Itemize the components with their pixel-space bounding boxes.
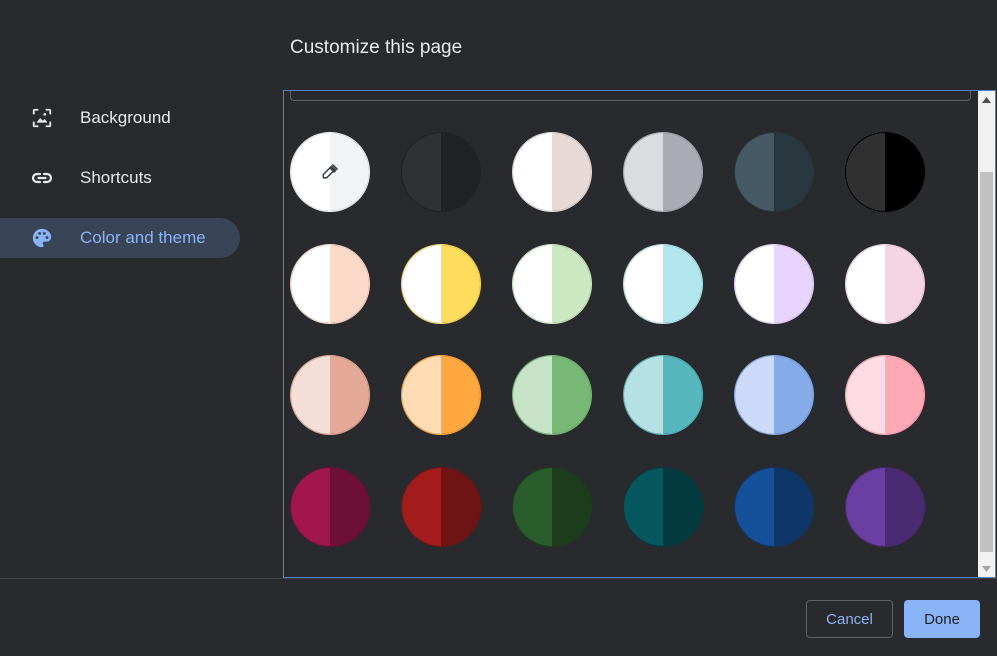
swatch-right-half bbox=[663, 356, 702, 434]
color-swatch[interactable] bbox=[734, 244, 814, 324]
swatch-right-half bbox=[663, 245, 702, 323]
swatch-left-half bbox=[402, 133, 441, 211]
swatch-right-half bbox=[885, 468, 924, 546]
vertical-scrollbar[interactable] bbox=[978, 91, 995, 577]
swatch-right-half bbox=[330, 468, 369, 546]
color-swatch[interactable] bbox=[623, 132, 703, 212]
swatch-left-half bbox=[846, 356, 885, 434]
swatch-right-half bbox=[552, 356, 591, 434]
color-swatch[interactable] bbox=[845, 244, 925, 324]
swatch-left-half bbox=[735, 356, 774, 434]
nav-item-label: Shortcuts bbox=[80, 168, 152, 187]
swatch-left-half bbox=[291, 468, 330, 546]
swatch-right-half bbox=[330, 356, 369, 434]
done-button[interactable]: Done bbox=[904, 600, 980, 638]
swatch-left-half bbox=[624, 356, 663, 434]
swatch-left-half bbox=[735, 133, 774, 211]
swatch-right-half bbox=[552, 133, 591, 211]
color-swatch[interactable] bbox=[512, 467, 592, 547]
swatch-left-half bbox=[846, 133, 885, 211]
nav-item-label: Background bbox=[80, 108, 171, 127]
swatch-left-half bbox=[513, 133, 552, 211]
color-swatch[interactable] bbox=[623, 244, 703, 324]
swatch-right-half bbox=[774, 133, 813, 211]
color-swatch[interactable] bbox=[401, 467, 481, 547]
color-swatch[interactable] bbox=[512, 355, 592, 435]
color-theme-panel bbox=[283, 90, 996, 578]
swatch-left-half bbox=[735, 245, 774, 323]
page-title: Customize this page bbox=[290, 37, 463, 58]
cancel-button[interactable]: Cancel bbox=[806, 600, 893, 638]
color-swatch[interactable] bbox=[401, 244, 481, 324]
swatch-right-half bbox=[552, 468, 591, 546]
color-swatch[interactable] bbox=[845, 132, 925, 212]
swatch-right-half bbox=[774, 245, 813, 323]
color-swatch[interactable] bbox=[512, 244, 592, 324]
nav-item-label: Color and theme bbox=[80, 228, 206, 247]
color-swatch[interactable] bbox=[845, 355, 925, 435]
swatch-right-half bbox=[885, 133, 924, 211]
scrollbar-thumb[interactable] bbox=[980, 172, 993, 552]
swatch-left-half bbox=[513, 245, 552, 323]
swatch-left-half bbox=[402, 356, 441, 434]
swatch-right-half bbox=[774, 356, 813, 434]
color-swatch[interactable] bbox=[734, 355, 814, 435]
eyedropper-icon bbox=[291, 133, 369, 211]
nav-item-shortcuts[interactable]: Shortcuts bbox=[0, 158, 240, 198]
swatch-right-half bbox=[441, 356, 480, 434]
swatch-left-half bbox=[291, 356, 330, 434]
swatch-left-half bbox=[402, 245, 441, 323]
scroll-up-arrow-icon[interactable] bbox=[978, 91, 995, 108]
color-swatch[interactable] bbox=[401, 355, 481, 435]
color-swatch[interactable] bbox=[734, 132, 814, 212]
swatch-left-half bbox=[624, 245, 663, 323]
color-swatch[interactable] bbox=[290, 244, 370, 324]
swatch-right-half bbox=[885, 245, 924, 323]
swatch-right-half bbox=[552, 245, 591, 323]
palette-icon bbox=[30, 226, 54, 250]
background-image-icon bbox=[30, 106, 54, 130]
link-icon bbox=[30, 166, 54, 190]
color-swatch[interactable] bbox=[290, 355, 370, 435]
swatch-left-half bbox=[291, 245, 330, 323]
swatch-right-half bbox=[663, 133, 702, 211]
footer-divider bbox=[0, 578, 997, 579]
color-swatch[interactable] bbox=[623, 355, 703, 435]
color-swatch[interactable] bbox=[512, 132, 592, 212]
swatch-left-half bbox=[846, 245, 885, 323]
color-swatch[interactable] bbox=[623, 467, 703, 547]
custom-color-picker-swatch[interactable] bbox=[290, 132, 370, 212]
swatch-left-half bbox=[402, 468, 441, 546]
swatch-left-half bbox=[735, 468, 774, 546]
swatch-right-half bbox=[663, 468, 702, 546]
swatch-right-half bbox=[441, 133, 480, 211]
swatch-left-half bbox=[513, 356, 552, 434]
color-swatch[interactable] bbox=[290, 467, 370, 547]
nav-item-color-and-theme[interactable]: Color and theme bbox=[0, 218, 240, 258]
swatch-right-half bbox=[441, 468, 480, 546]
color-swatch[interactable] bbox=[401, 132, 481, 212]
nav-item-background[interactable]: Background bbox=[0, 98, 240, 138]
swatch-left-half bbox=[624, 468, 663, 546]
swatch-left-half bbox=[846, 468, 885, 546]
custom-color-field bbox=[290, 91, 971, 101]
swatch-left-half bbox=[624, 133, 663, 211]
scroll-down-arrow-icon[interactable] bbox=[978, 560, 995, 577]
swatch-right-half bbox=[885, 356, 924, 434]
swatch-right-half bbox=[441, 245, 480, 323]
color-swatch[interactable] bbox=[845, 467, 925, 547]
swatch-right-half bbox=[330, 245, 369, 323]
color-swatch[interactable] bbox=[734, 467, 814, 547]
swatch-right-half bbox=[774, 468, 813, 546]
swatch-left-half bbox=[513, 468, 552, 546]
